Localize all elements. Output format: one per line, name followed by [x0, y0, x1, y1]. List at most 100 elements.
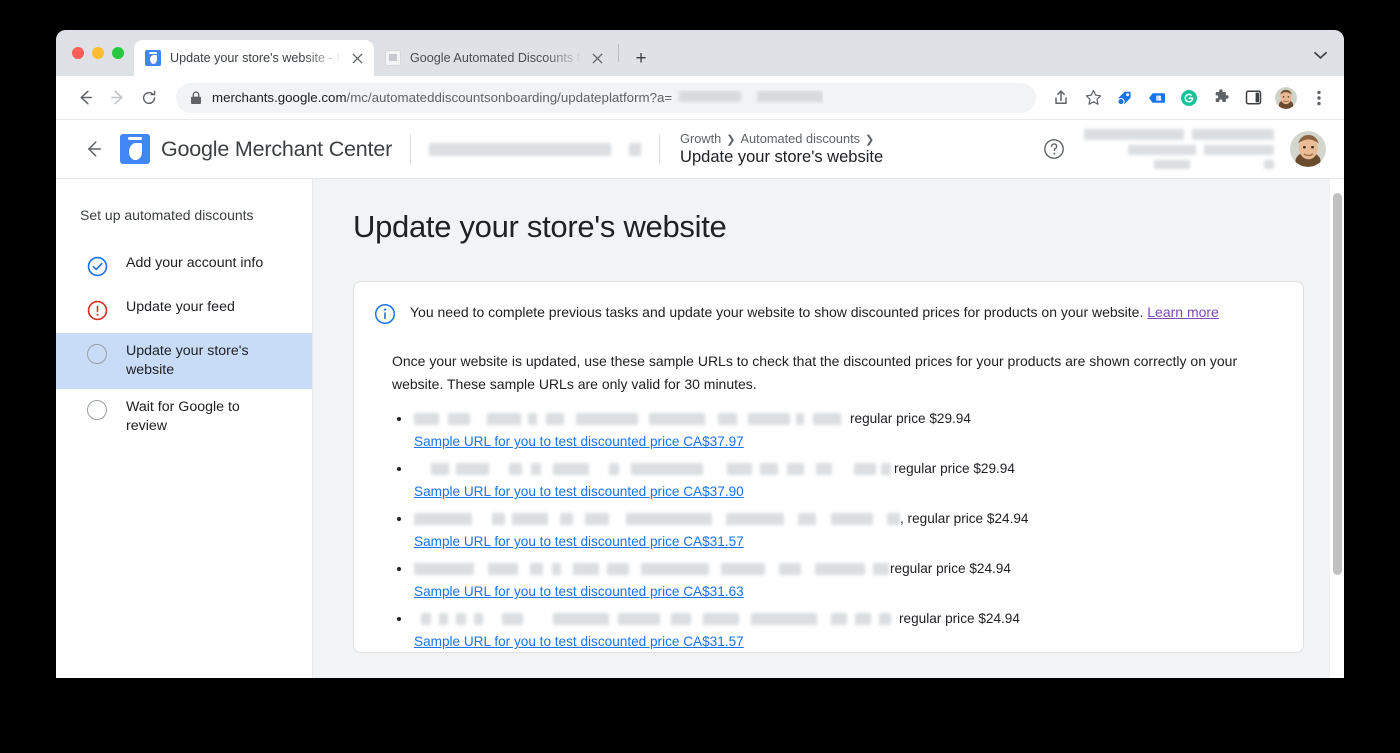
- breadcrumb-separator: ❯: [865, 134, 875, 146]
- intro-paragraph: Once your website is updated, use these …: [392, 353, 1238, 392]
- puzzle-extensions-icon[interactable]: [1206, 83, 1236, 113]
- close-window-button[interactable]: [72, 47, 84, 59]
- sidebar-item-update-your-feed[interactable]: Update your feed: [56, 289, 312, 333]
- url-text: merchants.google.com/mc/automateddiscoun…: [212, 90, 824, 105]
- lock-icon: [190, 90, 202, 105]
- grammarly-extension-icon[interactable]: [1174, 83, 1204, 113]
- address-bar[interactable]: merchants.google.com/mc/automateddiscoun…: [176, 82, 1036, 113]
- sample-url-link[interactable]: Sample URL for you to test discounted pr…: [414, 481, 744, 503]
- alert-message: You need to complete previous tasks and …: [410, 302, 1219, 323]
- badge-extension-icon[interactable]: [1142, 83, 1172, 113]
- empty-circle-icon: [86, 399, 108, 421]
- redacted-block: [1128, 145, 1196, 155]
- account-selector[interactable]: [429, 142, 642, 156]
- breadcrumb-item-growth[interactable]: Growth: [680, 131, 721, 146]
- redacted-block: [1264, 160, 1274, 169]
- chrome-menu-icon[interactable]: [1304, 83, 1334, 113]
- close-tab-icon[interactable]: [588, 49, 606, 67]
- redacted-product-title: [414, 513, 900, 525]
- regular-price-label: regular price $29.94: [894, 461, 1015, 476]
- profile-avatar[interactable]: [1275, 86, 1297, 109]
- sample-url-link[interactable]: Sample URL for you to test discounted pr…: [414, 581, 744, 603]
- brand-title: Google Merchant Center: [161, 137, 392, 162]
- sidebar-item-label: Update your store's website: [126, 343, 249, 378]
- list-item: , regular price $24.94 Sample URL for yo…: [392, 508, 1279, 553]
- list-item: regular price $29.94 Sample URL for you …: [392, 458, 1279, 503]
- page-body: Set up automated discounts Add your acco…: [56, 178, 1344, 678]
- share-icon[interactable]: [1046, 83, 1076, 113]
- redacted-block: [1192, 129, 1274, 140]
- page-viewport: Google Merchant Center Growth ❯ Automated …: [56, 120, 1344, 678]
- product-line: , regular price $24.94: [414, 508, 1279, 530]
- sample-url-link[interactable]: Sample URL for you to test discounted pr…: [414, 631, 744, 653]
- app-back-button[interactable]: [76, 132, 110, 166]
- redacted-product-title: [414, 413, 850, 425]
- redacted-row: [1084, 129, 1274, 140]
- sidebar-item-label: Wait for Google to review: [126, 399, 240, 434]
- alert-text: You need to complete previous tasks and …: [410, 304, 1144, 320]
- sidebar-item-label: Update your feed: [126, 299, 235, 315]
- sidebar-item-add-account-info[interactable]: Add your account info: [56, 245, 312, 289]
- regular-price-label: , regular price $24.94: [900, 511, 1029, 526]
- minimize-window-button[interactable]: [92, 47, 104, 59]
- user-avatar[interactable]: [1290, 131, 1326, 167]
- header-divider: [410, 134, 412, 164]
- learn-more-link[interactable]: Learn more: [1147, 304, 1219, 320]
- check-circle-icon: [86, 255, 108, 277]
- back-button[interactable]: [70, 83, 100, 113]
- breadcrumb-separator: ❯: [726, 134, 736, 146]
- redacted-block: [1154, 160, 1190, 169]
- list-item: regular price $24.94 Sample URL for you …: [392, 608, 1279, 653]
- sample-url-list: regular price $29.94 Sample URL for you …: [392, 408, 1279, 653]
- close-tab-icon[interactable]: [348, 49, 366, 67]
- product-line: regular price $24.94: [414, 608, 1279, 630]
- sidebar-item-update-your-stores-website[interactable]: Update your store's website: [56, 333, 312, 389]
- redacted-row: [1154, 160, 1274, 169]
- product-line: regular price $24.94: [414, 558, 1279, 580]
- list-item: regular price $24.94 Sample URL for you …: [392, 558, 1279, 603]
- browser-tab-2[interactable]: Google Automated Discounts fo: [374, 40, 614, 76]
- new-tab-button[interactable]: +: [627, 44, 655, 72]
- chevron-down-icon[interactable]: [1306, 41, 1334, 69]
- redacted-product-title: [414, 563, 890, 575]
- sidebar-item-wait-for-google-to-review[interactable]: Wait for Google to review: [56, 389, 312, 445]
- breadcrumb-item-automated-discounts[interactable]: Automated discounts: [741, 131, 861, 146]
- redacted-block: [1204, 145, 1274, 155]
- redacted-block: [1084, 129, 1184, 140]
- forward-button[interactable]: [102, 83, 132, 113]
- help-circle-icon[interactable]: [1038, 133, 1070, 165]
- bookmark-star-icon[interactable]: [1078, 83, 1108, 113]
- redacted-product-title: [414, 463, 894, 475]
- redacted-row: [1128, 145, 1274, 155]
- tab-strip: Update your store's website - M Google A…: [56, 30, 1344, 76]
- maximize-window-button[interactable]: [112, 47, 124, 59]
- side-panel-icon[interactable]: [1238, 83, 1268, 113]
- url-host: merchants.google.com: [212, 90, 347, 105]
- page-scrollbar[interactable]: [1329, 179, 1344, 678]
- setup-sidebar: Set up automated discounts Add your acco…: [56, 179, 313, 678]
- merchant-center-brand[interactable]: Google Merchant Center: [120, 134, 392, 164]
- browser-tab-1[interactable]: Update your store's website - M: [134, 40, 374, 76]
- window-traffic-lights: [68, 30, 134, 76]
- browser-toolbar: merchants.google.com/mc/automateddiscoun…: [56, 76, 1344, 120]
- merchant-center-logo-icon: [120, 134, 150, 164]
- reload-button[interactable]: [134, 83, 164, 113]
- scrollbar-thumb[interactable]: [1333, 193, 1342, 575]
- sample-url-link[interactable]: Sample URL for you to test discounted pr…: [414, 431, 744, 453]
- sample-url-link[interactable]: Sample URL for you to test discounted pr…: [414, 531, 744, 553]
- brand-product: Merchant Center: [229, 136, 393, 161]
- regular-price-label: regular price $24.94: [899, 611, 1020, 626]
- error-circle-icon: [86, 299, 108, 321]
- tab-title: Update your store's website - M: [170, 51, 342, 65]
- page-title: Update your store's website: [353, 209, 727, 244]
- tag-extension-icon[interactable]: [1110, 83, 1140, 113]
- merchant-center-favicon: [145, 50, 161, 66]
- sample-urls-card: You need to complete previous tasks and …: [353, 281, 1304, 653]
- redacted-query-block: [679, 91, 742, 102]
- header-divider: [659, 134, 661, 164]
- list-item: regular price $29.94 Sample URL for you …: [392, 408, 1279, 453]
- sidebar-title: Set up automated discounts: [80, 207, 254, 223]
- info-alert: You need to complete previous tasks and …: [374, 302, 1279, 330]
- redacted-product-title: [414, 613, 899, 625]
- redacted-header-info: [1084, 129, 1274, 169]
